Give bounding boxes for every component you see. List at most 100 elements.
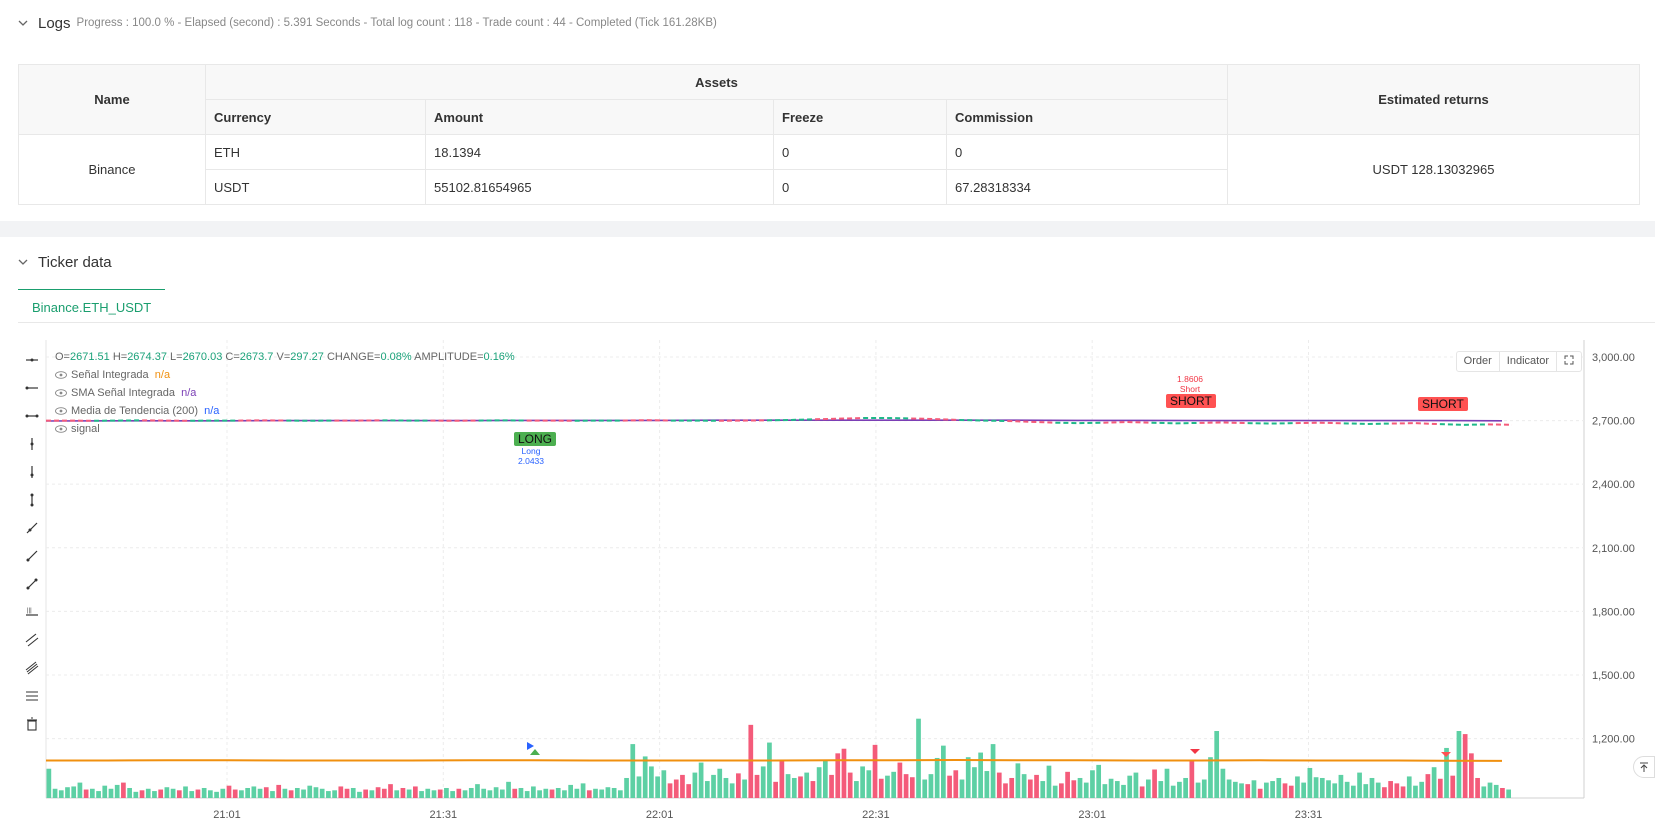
fullscreen-icon[interactable] xyxy=(1557,352,1581,371)
price-segment xyxy=(1007,419,1032,423)
volume-bar xyxy=(742,779,747,798)
chevron-down-icon[interactable] xyxy=(18,257,28,267)
volume-bar xyxy=(555,787,561,798)
y-tick-label: 1,200.00 xyxy=(1592,734,1635,746)
volume-bar xyxy=(239,790,244,798)
volume-bar xyxy=(810,781,816,798)
chevron-down-icon[interactable] xyxy=(18,18,28,28)
legend-item-sma-senal-integrada[interactable]: SMA Señal Integrada n/a xyxy=(55,384,515,402)
volume-bar xyxy=(785,774,791,798)
ticker-title: Ticker data xyxy=(38,253,112,271)
volume-bar xyxy=(381,788,387,798)
volume-bar xyxy=(307,785,313,798)
fib-levels-icon[interactable] xyxy=(20,682,44,710)
volume-bar xyxy=(1177,781,1182,798)
volume-bar xyxy=(201,787,207,798)
cell-amount: 55102.81654965 xyxy=(425,169,774,205)
volume-bar xyxy=(357,791,362,798)
horizontal-line-icon[interactable] xyxy=(20,346,44,374)
price-segment xyxy=(790,418,816,421)
volume-bar xyxy=(636,776,642,798)
ticker-header[interactable]: Ticker data xyxy=(0,247,112,277)
logs-header[interactable]: Logs Progress : 100.0 % - Elapsed (secon… xyxy=(0,8,717,38)
volume-bar xyxy=(866,770,872,798)
volume-bar xyxy=(257,788,263,798)
volume-bar xyxy=(406,789,412,798)
volume-bar xyxy=(1251,780,1257,798)
volume-bar xyxy=(816,767,822,798)
volume-bar xyxy=(692,772,698,798)
vertical-line-icon[interactable] xyxy=(20,430,44,458)
volume-bar xyxy=(1146,779,1151,798)
short-marker-1 xyxy=(1190,749,1200,754)
volume-bar xyxy=(108,788,114,798)
vertical-segment-icon[interactable] xyxy=(20,486,44,514)
trend-line-icon[interactable] xyxy=(20,514,44,542)
volume-bar xyxy=(673,779,679,798)
volume-bar xyxy=(773,781,778,798)
volume-bar xyxy=(953,770,959,798)
volume-bar xyxy=(363,789,369,798)
scroll-top-button[interactable] xyxy=(1633,756,1655,778)
volume-bar xyxy=(475,784,480,798)
volume-bar xyxy=(1183,777,1188,798)
legend-item-media-de-tendencia[interactable]: Media de Tendencia (200) n/a xyxy=(55,402,515,420)
volume-bar xyxy=(1338,774,1344,798)
volume-bar xyxy=(481,788,487,798)
volume-bar xyxy=(897,762,903,798)
tab-binance-eth-usdt[interactable]: Binance.ETH_USDT xyxy=(18,289,166,322)
segment-line-icon[interactable] xyxy=(20,570,44,598)
exchange-name: Binance xyxy=(18,134,206,205)
volume-bar xyxy=(593,788,598,798)
volume-bar xyxy=(822,759,828,798)
volume-bar xyxy=(599,789,605,798)
parallel-channel-icon[interactable] xyxy=(20,626,44,654)
pitchfork-icon[interactable] xyxy=(20,654,44,682)
c-value: 2673.7 xyxy=(239,351,274,363)
eye-icon[interactable] xyxy=(55,425,67,433)
y-tick-label: 1,500.00 xyxy=(1592,670,1635,682)
volume-bar xyxy=(71,786,77,798)
volume-bar xyxy=(388,784,393,798)
volume-bar xyxy=(1375,782,1381,798)
volume-bar xyxy=(350,787,356,798)
horizontal-ray-icon[interactable] xyxy=(20,374,44,402)
volume-bar xyxy=(127,787,132,798)
legend-item-senal-integrada[interactable]: Señal Integrada n/a xyxy=(55,366,515,384)
volume-bar xyxy=(1363,784,1369,798)
eye-icon[interactable] xyxy=(55,389,67,397)
ohlc-readout: O=2671.51 H=2674.37 L=2670.03 C=2673.7 V… xyxy=(55,348,515,366)
trash-icon[interactable] xyxy=(20,710,44,738)
cell-amount: 18.1394 xyxy=(425,134,774,170)
legend-item-signal[interactable]: signal xyxy=(55,420,515,438)
volume-bar xyxy=(1220,768,1226,798)
volume-bar xyxy=(208,790,213,798)
vertical-ray-icon[interactable] xyxy=(20,458,44,486)
volume-bar xyxy=(1437,778,1443,798)
order-button[interactable]: Order xyxy=(1457,352,1500,371)
logs-meta: Progress : 100.0 % - Elapsed (second) : … xyxy=(76,17,717,29)
ray-line-icon[interactable] xyxy=(20,542,44,570)
volume-bar xyxy=(804,772,810,798)
price-range-icon[interactable]: ||| xyxy=(20,598,44,626)
volume-bar xyxy=(791,777,797,798)
volume-bar xyxy=(462,790,468,798)
volume-bar xyxy=(152,791,157,798)
indicator-button[interactable]: Indicator xyxy=(1500,352,1557,371)
volume-bar xyxy=(1158,781,1164,798)
volume-bar xyxy=(164,787,170,798)
volume-bar xyxy=(885,775,890,798)
eye-icon[interactable] xyxy=(55,371,67,379)
volume-bar xyxy=(934,757,940,798)
eye-icon[interactable] xyxy=(55,407,67,415)
horizontal-segment-icon[interactable] xyxy=(20,402,44,430)
volume-bar xyxy=(1419,781,1425,798)
short-annotation-1: 1.8606 Short xyxy=(1177,374,1203,394)
volume-bar xyxy=(121,782,126,798)
cell-commission: 67.28318334 xyxy=(946,169,1228,205)
x-tick-label: 23:31 xyxy=(1295,809,1323,821)
volume-bar xyxy=(456,788,462,798)
volume-bar xyxy=(1139,786,1145,798)
volume-bar xyxy=(723,777,729,798)
volume-bar xyxy=(667,783,673,798)
